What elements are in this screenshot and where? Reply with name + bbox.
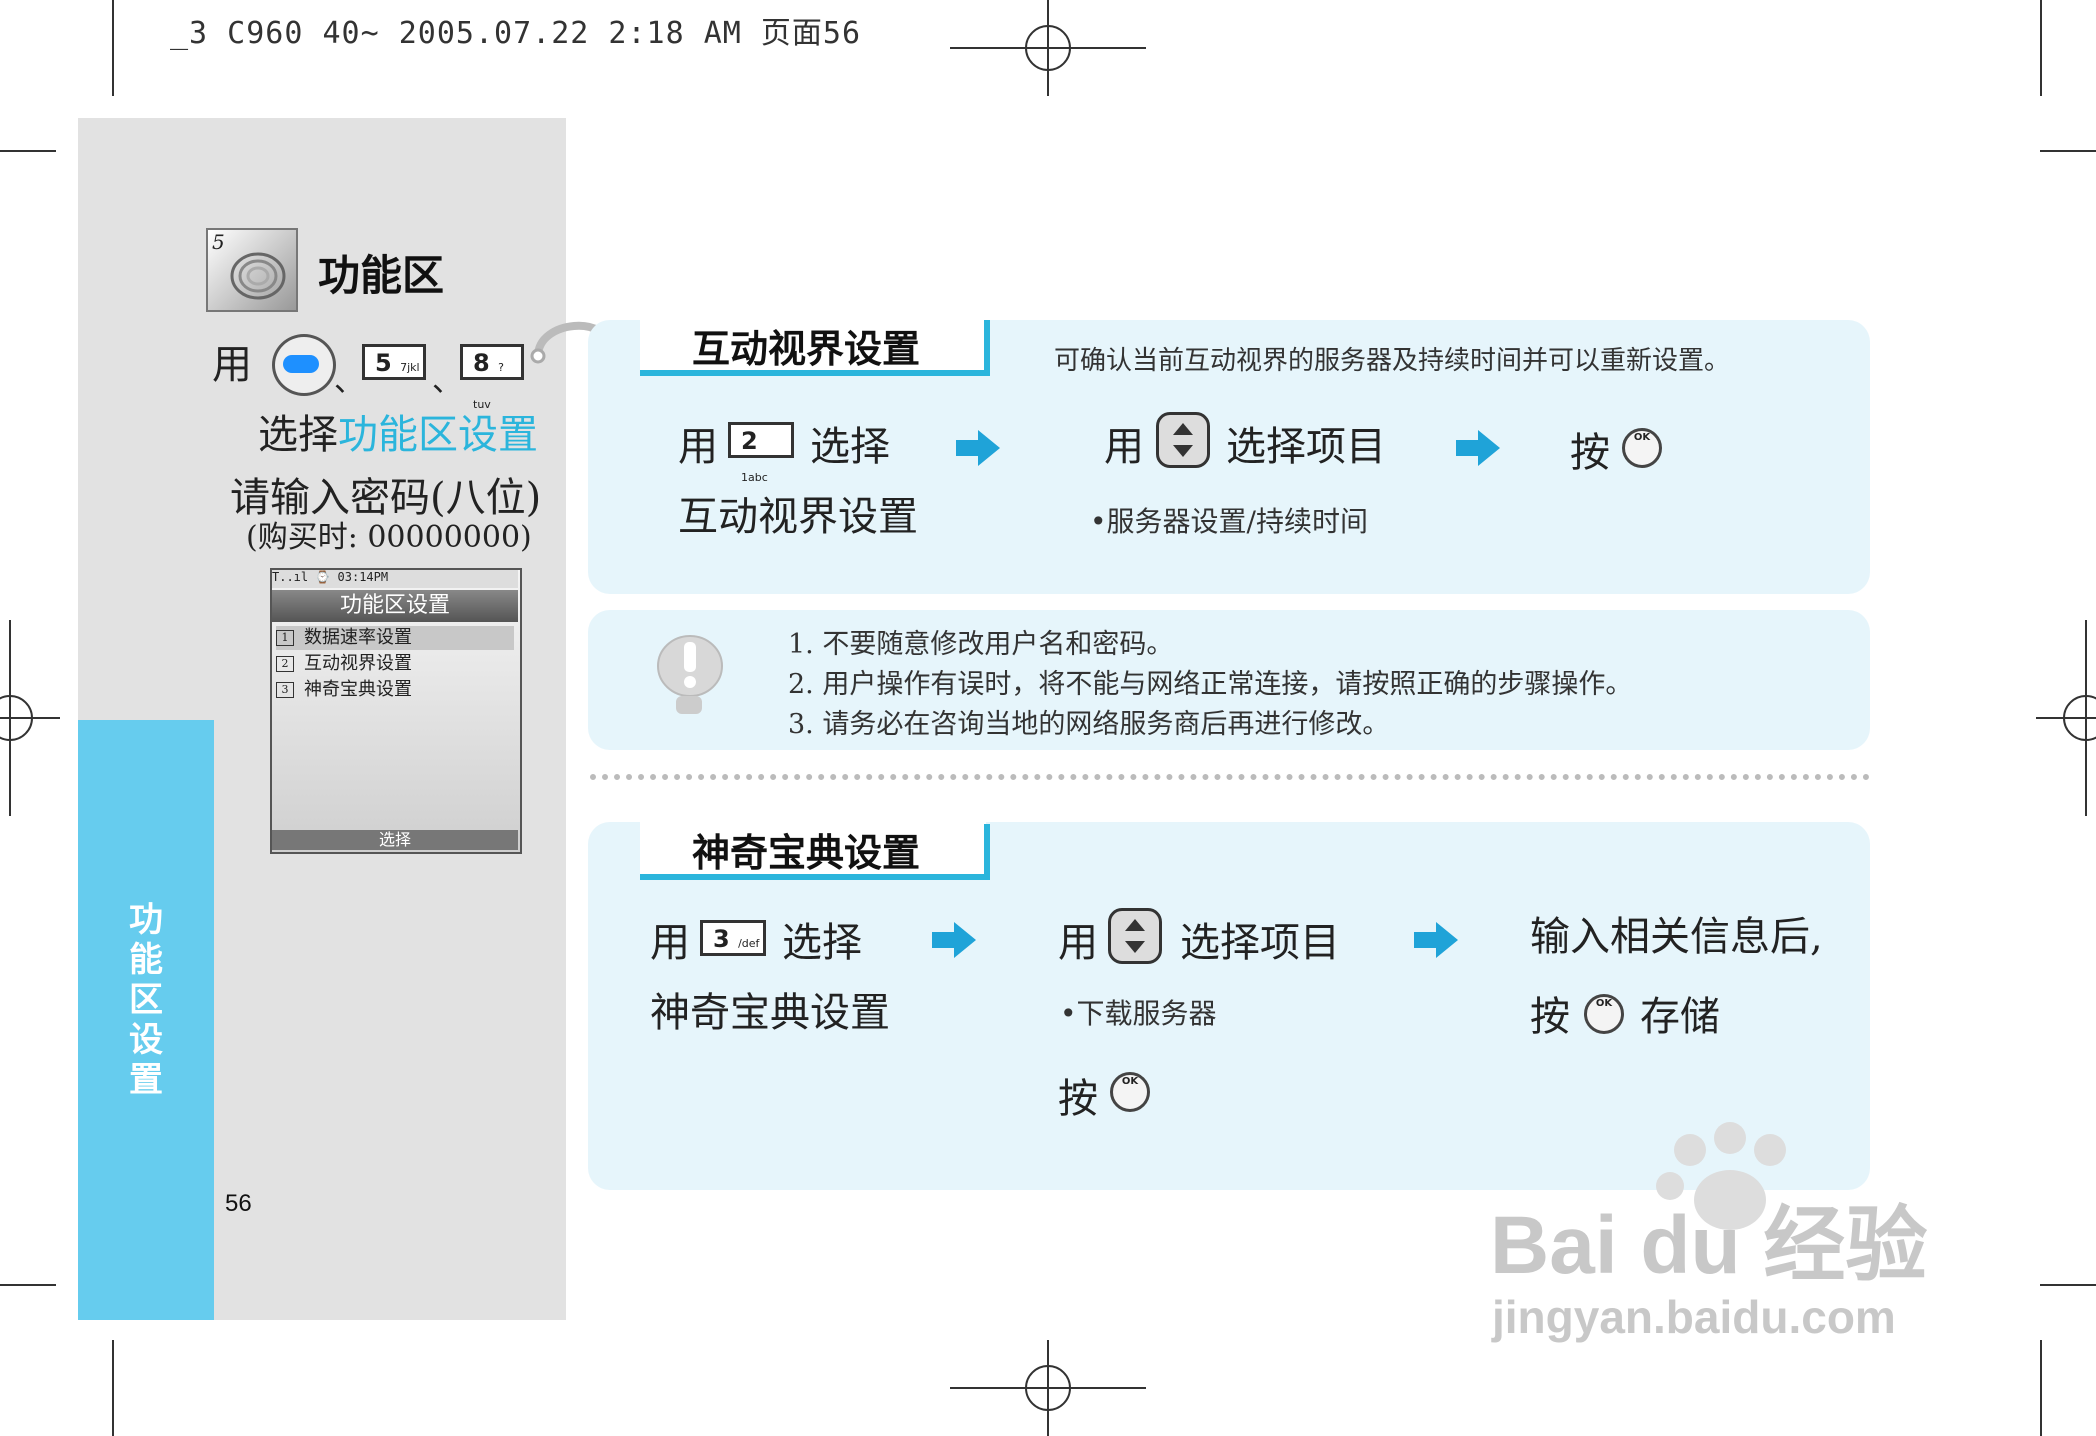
warning-icon [657, 635, 723, 714]
phone-screen-title: 功能区设置 [272, 590, 518, 622]
crop-mark [0, 150, 56, 152]
shell-icon [230, 252, 286, 300]
section2-vbar [984, 824, 990, 880]
key-2: 2 1abc [728, 422, 794, 484]
use-word: 用 [212, 342, 252, 388]
phone-menu-item: 2 互动视界设置 [276, 652, 514, 676]
section2-underline [640, 874, 990, 880]
s2-step2-use: 用 [1058, 920, 1098, 966]
phone-status-bar: T..ıl ⌚ 03:14PM [272, 570, 518, 588]
s2-step2-text: 选择项目 [1180, 920, 1340, 966]
crop-mark [112, 1340, 114, 1436]
separator: 、 [432, 364, 462, 399]
s1-step2-use: 用 [1104, 424, 1144, 470]
key-8: 8 ?tuv [460, 344, 524, 411]
phone-menu-item: 1 数据速率设置 [276, 626, 514, 650]
phone-softkey: 选择 [272, 830, 518, 850]
separator: 、 [334, 364, 364, 399]
ok-key-icon: OK [1622, 428, 1662, 468]
section1-title: 互动视界设置 [692, 326, 921, 371]
arrow-right-icon [956, 430, 1000, 466]
up-down-key-icon [1156, 412, 1210, 468]
section2-title: 神奇宝典设置 [692, 830, 921, 875]
s1-use-word: 用 [678, 424, 718, 470]
arrow-right-icon [932, 922, 976, 958]
s2-target: 神奇宝典设置 [650, 990, 890, 1036]
s2-step3-line1: 输入相关信息后, [1530, 914, 1823, 960]
note-item: 2. 用户操作有误时，将不能与网络正常连接，请按照正确的步骤操作。 [788, 669, 1633, 700]
ok-key-icon: OK [1110, 1072, 1150, 1112]
section1-vbar [984, 320, 990, 376]
arrow-right-icon [1456, 430, 1500, 466]
note-item: 1. 不要随意修改用户名和密码。 [788, 629, 1174, 660]
crop-mark [2040, 0, 2042, 96]
crop-mark [112, 0, 114, 96]
s2-step3-press: 按 [1530, 994, 1570, 1040]
key-3: 3 /def [700, 920, 766, 956]
page-number: 56 [225, 1190, 252, 1217]
crop-mark [2040, 1284, 2096, 1286]
key-5: 5 7jkl [362, 344, 426, 380]
select-target: 功能区设置 [338, 412, 538, 458]
s1-target: 互动视界设置 [678, 494, 918, 540]
up-down-key-icon [1108, 908, 1162, 964]
side-tab-label: 功 能 区 设 置 [129, 900, 163, 1100]
watermark-brand: Bai du 经验 [1490, 1200, 1928, 1291]
dotted-divider [590, 774, 1870, 780]
select-instruction: 选择功能区设置 [258, 412, 538, 458]
watermark-url: jingyan.baidu.com [1492, 1291, 1896, 1343]
s2-step2-press: 按 [1058, 1076, 1098, 1122]
s2-use-word: 用 [650, 920, 690, 966]
arrow-right-icon [1414, 922, 1458, 958]
section1-underline [640, 370, 990, 376]
ok-key-icon: OK [1584, 994, 1624, 1034]
s2-step2-bullet: •下载服务器 [1060, 997, 1217, 1030]
s1-step3-text: 按 [1570, 430, 1610, 476]
section1-description: 可确认当前互动视界的服务器及持续时间并可以重新设置。 [1054, 346, 1731, 376]
s1-step2-bullet: •服务器设置/持续时间 [1090, 505, 1368, 538]
function-zone-title: 功能区 [318, 251, 445, 300]
crop-mark [2040, 1340, 2042, 1436]
registration-mark-right [2036, 620, 2096, 816]
s2-step3-save: 存储 [1640, 994, 1720, 1040]
password-note: (购买时: 00000000) [246, 520, 532, 555]
s2-select-word: 选择 [782, 920, 862, 966]
s1-step2-text: 选择项目 [1226, 424, 1386, 470]
registration-mark-bottom [950, 1340, 1146, 1436]
print-header: _3 C960 40~ 2005.07.22 2:18 AM 页面56 [170, 16, 862, 51]
nav-key-center [283, 355, 319, 373]
s1-select-word: 选择 [810, 424, 890, 470]
registration-mark-left [0, 620, 60, 816]
phone-menu-item: 3 神奇宝典设置 [276, 678, 514, 702]
crop-mark [0, 1284, 56, 1286]
function-zone-icon: 5 [206, 228, 298, 312]
registration-mark-top [950, 0, 1146, 96]
crop-mark [2040, 150, 2096, 152]
note-item: 3. 请务必在咨询当地的网络服务商后再进行修改。 [788, 709, 1390, 740]
